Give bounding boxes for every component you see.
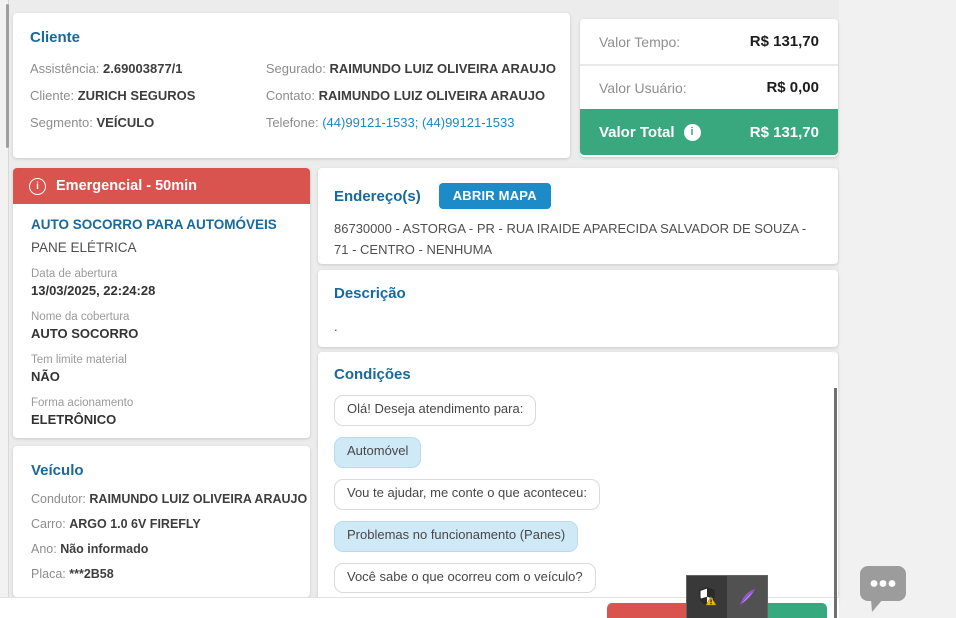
data-abertura-label: Data de abertura bbox=[31, 268, 118, 280]
segmento-value: VEÍCULO bbox=[96, 115, 155, 130]
valor-usuario-row: Valor Usuário: R$ 0,00 bbox=[580, 64, 838, 109]
segurado-value: RAIMUNDO LUIZ OLIVEIRA ARAUJO bbox=[329, 61, 556, 76]
descricao-card: Descrição . bbox=[318, 270, 838, 347]
chat-message-answer: Automóvel bbox=[334, 436, 422, 468]
condutor-label: Condutor: bbox=[31, 492, 86, 506]
service-name: AUTO SOCORRO PARA AUTOMÓVEIS bbox=[31, 217, 277, 232]
cliente-label: Cliente: bbox=[30, 88, 75, 103]
extension-overlay bbox=[686, 575, 768, 618]
ano-row: Ano: Não informado bbox=[31, 537, 294, 562]
chat-message-question: Olá! Deseja atendimento para: bbox=[334, 395, 537, 426]
endereco-card-title: Endereço(s) bbox=[334, 187, 421, 205]
descricao-card-title: Descrição bbox=[334, 285, 406, 302]
assistencia-label: Assistência: bbox=[30, 61, 100, 76]
valor-total-label: Valor Total bbox=[599, 123, 675, 141]
condutor-row: Condutor: RAIMUNDO LUIZ OLIVEIRA ARAUJO bbox=[31, 487, 307, 512]
emergencial-header: i Emergencial - 50min bbox=[13, 168, 310, 204]
telefone-link[interactable]: (44)99121-1533; (44)99121-1533 bbox=[322, 115, 514, 130]
valor-usuario-value: R$ 0,00 bbox=[766, 79, 819, 96]
contato-label: Contato: bbox=[265, 88, 315, 103]
data-abertura-group: Data de abertura 13/03/2025, 22:24:28 bbox=[31, 268, 292, 298]
ano-label: Ano: bbox=[31, 542, 57, 556]
cliente-value: ZURICH SEGUROS bbox=[77, 88, 196, 103]
cobertura-value: AUTO SOCORRO bbox=[31, 326, 139, 341]
forma-acionamento-group: Forma acionamento ELETRÔNICO bbox=[31, 397, 292, 427]
valor-total-value: R$ 131,70 bbox=[749, 123, 819, 141]
right-scrollbar-thumb[interactable] bbox=[834, 388, 837, 618]
condicoes-card: Condições Olá! Deseja atendimento para: … bbox=[318, 352, 838, 607]
forma-acionamento-label: Forma acionamento bbox=[31, 397, 134, 409]
chat-widget-button[interactable] bbox=[857, 563, 909, 615]
limite-material-group: Tem limite material NÃO bbox=[31, 354, 292, 384]
descricao-text: . bbox=[334, 319, 338, 334]
telefone-row: Telefone: (44)99121-1533; (44)99121-1533 bbox=[266, 109, 556, 136]
limite-material-label: Tem limite material bbox=[31, 354, 127, 366]
valor-tempo-value: R$ 131,70 bbox=[749, 33, 819, 50]
valor-total-row: Valor Total i R$ 131,70 bbox=[580, 109, 838, 155]
valor-usuario-label: Valor Usuário: bbox=[599, 79, 687, 96]
condicoes-card-title: Condições bbox=[334, 366, 411, 383]
valor-total-info-icon[interactable]: i bbox=[683, 123, 701, 141]
valor-tempo-row: Valor Tempo: R$ 131,70 bbox=[580, 19, 838, 64]
veiculo-card: Veículo Condutor: RAIMUNDO LUIZ OLIVEIRA… bbox=[13, 446, 310, 597]
telefone-label: Telefone: bbox=[265, 115, 319, 130]
feather-pen-icon[interactable] bbox=[727, 576, 767, 618]
address-text: 86730000 - ASTORGA - PR - RUA IRAIDE APA… bbox=[334, 221, 807, 257]
endereco-card: Endereço(s) ABRIR MAPA 86730000 - ASTORG… bbox=[318, 168, 838, 264]
valores-card: Valor Tempo: R$ 131,70 Valor Usuário: R$… bbox=[580, 19, 838, 157]
contato-value: RAIMUNDO LUIZ OLIVEIRA ARAUJO bbox=[318, 88, 546, 103]
segmento-row: Segmento: VEÍCULO bbox=[30, 109, 266, 136]
condutor-value: RAIMUNDO LUIZ OLIVEIRA ARAUJO bbox=[89, 492, 308, 506]
info-circle-icon: i bbox=[29, 177, 46, 195]
assistencia-row: Assistência: 2.69003877/1 bbox=[30, 55, 266, 82]
abrir-mapa-button[interactable]: ABRIR MAPA bbox=[438, 183, 551, 209]
valor-tempo-label: Valor Tempo: bbox=[599, 33, 681, 50]
cliente-card: Cliente Assistência: 2.69003877/1 Client… bbox=[13, 13, 570, 158]
emergencial-title: Emergencial - 50min bbox=[56, 178, 198, 194]
chat-message-answer: Problemas no funcionamento (Panes) bbox=[334, 520, 579, 552]
carro-row: Carro: ARGO 1.0 6V FIREFLY bbox=[31, 512, 294, 537]
veiculo-card-title: Veículo bbox=[31, 462, 84, 479]
cliente-row: Cliente: ZURICH SEGUROS bbox=[30, 82, 266, 109]
right-margin-background bbox=[839, 0, 956, 618]
segurado-row: Segurado: RAIMUNDO LUIZ OLIVEIRA ARAUJO bbox=[266, 55, 556, 82]
shield-warning-icon[interactable] bbox=[687, 576, 727, 618]
carro-label: Carro: bbox=[31, 517, 66, 531]
assistencia-value: 2.69003877/1 bbox=[103, 61, 183, 76]
data-abertura-value: 13/03/2025, 22:24:28 bbox=[31, 283, 156, 298]
left-scrollbar-thumb[interactable] bbox=[6, 4, 9, 148]
cobertura-label: Nome da cobertura bbox=[31, 311, 130, 323]
contato-row: Contato: RAIMUNDO LUIZ OLIVEIRA ARAUJO bbox=[266, 82, 556, 109]
limite-material-value: NÃO bbox=[31, 369, 60, 384]
placa-value: ***2B58 bbox=[69, 567, 114, 581]
placa-label: Placa: bbox=[31, 567, 66, 581]
assistance-detail-screen: Cliente Assistência: 2.69003877/1 Client… bbox=[0, 0, 956, 618]
segurado-label: Segurado: bbox=[265, 61, 326, 76]
segmento-label: Segmento: bbox=[30, 115, 93, 130]
cliente-card-title: Cliente bbox=[30, 29, 81, 46]
chat-message-question: Você sabe o que ocorreu com o veículo? bbox=[334, 562, 596, 594]
servico-card: i Emergencial - 50min AUTO SOCORRO PARA … bbox=[13, 168, 310, 438]
ano-value: Não informado bbox=[60, 542, 149, 556]
chat-message-question: Vou te ajudar, me conte o que aconteceu: bbox=[334, 478, 600, 510]
cobertura-group: Nome da cobertura AUTO SOCORRO bbox=[31, 311, 292, 341]
placa-row: Placa: ***2B58 bbox=[31, 562, 294, 587]
left-scrollbar[interactable] bbox=[0, 0, 9, 618]
carro-value: ARGO 1.0 6V FIREFLY bbox=[69, 517, 201, 531]
service-problem: PANE ELÉTRICA bbox=[31, 240, 137, 255]
forma-acionamento-value: ELETRÔNICO bbox=[31, 412, 117, 427]
